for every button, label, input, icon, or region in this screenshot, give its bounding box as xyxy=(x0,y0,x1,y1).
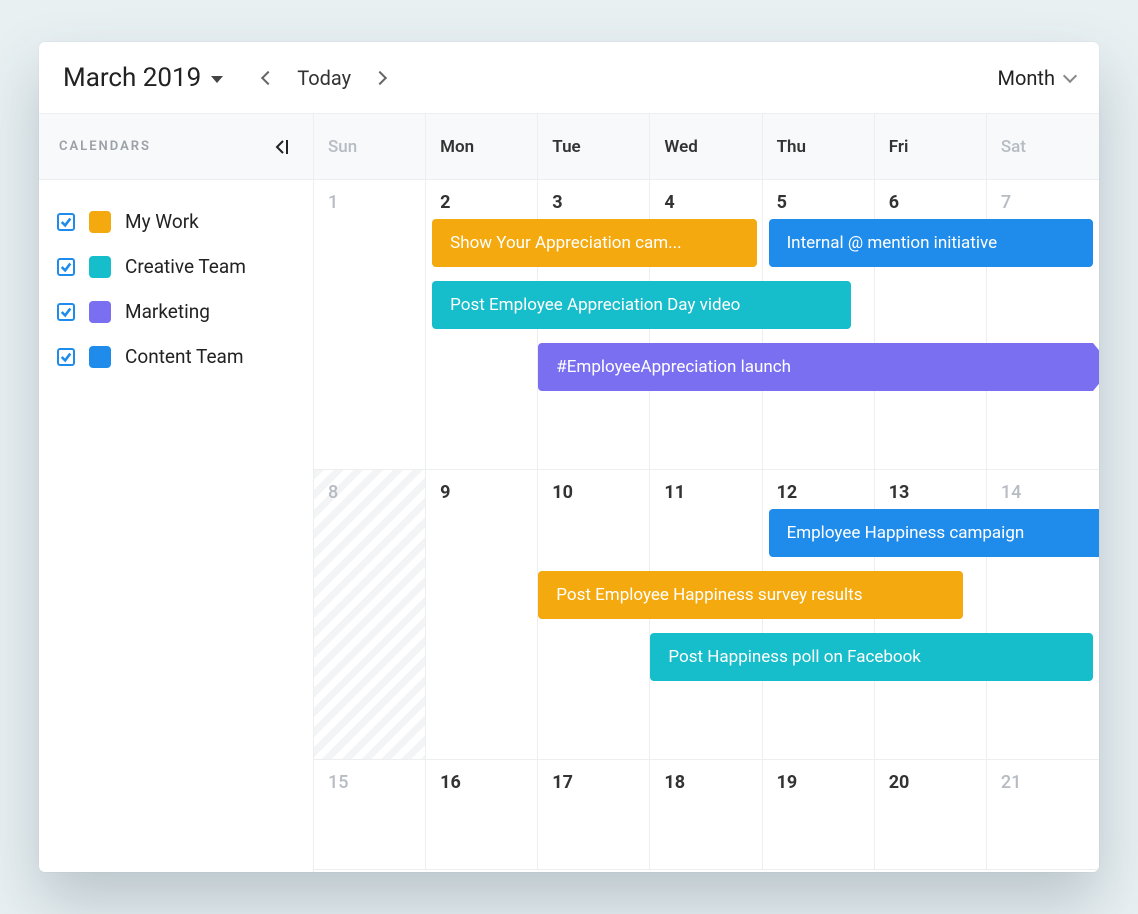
calendar-app: March 2019 Today Month CALENDARS xyxy=(39,42,1099,872)
calendar-event[interactable]: Show Your Appreciation cam... xyxy=(432,219,756,267)
caret-down-icon xyxy=(211,76,223,83)
sidebar-heading: CALENDARS xyxy=(59,139,151,154)
date-cell[interactable]: 15 xyxy=(314,760,426,799)
date-cell[interactable]: 8 xyxy=(314,470,426,509)
color-swatch xyxy=(89,256,111,278)
body: CALENDARS My Work Creative Team Marketin… xyxy=(39,114,1099,872)
calendar-filter-item[interactable]: Content Team xyxy=(57,345,295,368)
today-button[interactable]: Today xyxy=(297,66,351,90)
date-cell[interactable]: 4 xyxy=(650,180,762,219)
week-row: 1234567 Show Your Appreciation cam... Inte… xyxy=(314,180,1099,470)
date-cell[interactable]: 13 xyxy=(875,470,987,509)
checkbox-icon[interactable] xyxy=(57,213,75,231)
calendar-event[interactable]: Employee Happiness campaign xyxy=(769,509,1099,557)
chevron-down-icon xyxy=(1063,68,1077,82)
today-nav: Today xyxy=(263,66,385,90)
day-header-cell: Tue xyxy=(538,114,650,179)
week-row: 891011121314Employee Happiness campaign P… xyxy=(314,470,1099,760)
checkbox-icon[interactable] xyxy=(57,303,75,321)
date-cell[interactable]: 12 xyxy=(763,470,875,509)
date-cell[interactable]: 5 xyxy=(763,180,875,219)
date-cell[interactable]: 20 xyxy=(875,760,987,799)
header-bar: March 2019 Today Month xyxy=(39,42,1099,114)
date-cell[interactable]: 2 xyxy=(426,180,538,219)
week-row: 15161718192021 xyxy=(314,760,1099,870)
day-header-row: SunMonTueWedThuFriSat xyxy=(314,114,1099,180)
day-header-cell: Sat xyxy=(987,114,1099,179)
weeks-container: 1234567Show Your Appreciation cam...Inte… xyxy=(314,180,1099,872)
calendar-filter-label: Creative Team xyxy=(125,255,246,278)
date-cell[interactable]: 10 xyxy=(538,470,650,509)
date-cell[interactable]: 3 xyxy=(538,180,650,219)
date-cell[interactable]: 14 xyxy=(987,470,1099,509)
sidebar-header: CALENDARS xyxy=(39,114,313,180)
date-cell[interactable]: 6 xyxy=(875,180,987,219)
month-picker[interactable]: March 2019 xyxy=(63,63,223,93)
calendar-event[interactable]: Post Employee Happiness survey results xyxy=(538,571,963,619)
day-header-cell: Thu xyxy=(763,114,875,179)
date-cell[interactable]: 16 xyxy=(426,760,538,799)
calendar-filter-item[interactable]: My Work xyxy=(57,210,295,233)
date-cell[interactable]: 21 xyxy=(987,760,1099,799)
date-cell[interactable]: 9 xyxy=(426,470,538,509)
calendar-filter-item[interactable]: Marketing xyxy=(57,300,295,323)
calendar-event[interactable]: Post Happiness poll on Facebook xyxy=(650,633,1093,681)
date-cell[interactable]: 18 xyxy=(650,760,762,799)
calendar-event[interactable]: #EmployeeAppreciation launch xyxy=(538,343,1093,391)
calendar-grid: SunMonTueWedThuFriSat 1234567Show Your A… xyxy=(314,114,1099,872)
prev-button[interactable] xyxy=(261,70,275,84)
date-cell[interactable]: 11 xyxy=(650,470,762,509)
sidebar: CALENDARS My Work Creative Team Marketin… xyxy=(39,114,314,872)
calendar-filter-label: My Work xyxy=(125,210,199,233)
date-cell[interactable]: 19 xyxy=(763,760,875,799)
collapse-sidebar-button[interactable] xyxy=(273,139,293,155)
calendar-filter-label: Marketing xyxy=(125,300,210,323)
date-cell[interactable]: 1 xyxy=(314,180,426,219)
day-header-cell: Mon xyxy=(426,114,538,179)
calendar-list: My Work Creative Team Marketing Content … xyxy=(39,180,313,398)
color-swatch xyxy=(89,211,111,233)
calendar-event[interactable]: Post Employee Appreciation Day video xyxy=(432,281,851,329)
calendar-filter-item[interactable]: Creative Team xyxy=(57,255,295,278)
calendar-event[interactable]: Internal @ mention initiative xyxy=(769,219,1093,267)
color-swatch xyxy=(89,301,111,323)
day-header-cell: Sun xyxy=(314,114,426,179)
calendar-filter-label: Content Team xyxy=(125,345,244,368)
date-cell[interactable]: 17 xyxy=(538,760,650,799)
header-title: March 2019 xyxy=(63,63,201,93)
checkbox-icon[interactable] xyxy=(57,258,75,276)
day-header-cell: Fri xyxy=(875,114,987,179)
view-selector[interactable]: Month xyxy=(998,66,1075,90)
date-cell[interactable]: 7 xyxy=(987,180,1099,219)
checkbox-icon[interactable] xyxy=(57,348,75,366)
next-button[interactable] xyxy=(373,70,387,84)
day-header-cell: Wed xyxy=(650,114,762,179)
view-label: Month xyxy=(998,66,1055,90)
color-swatch xyxy=(89,346,111,368)
